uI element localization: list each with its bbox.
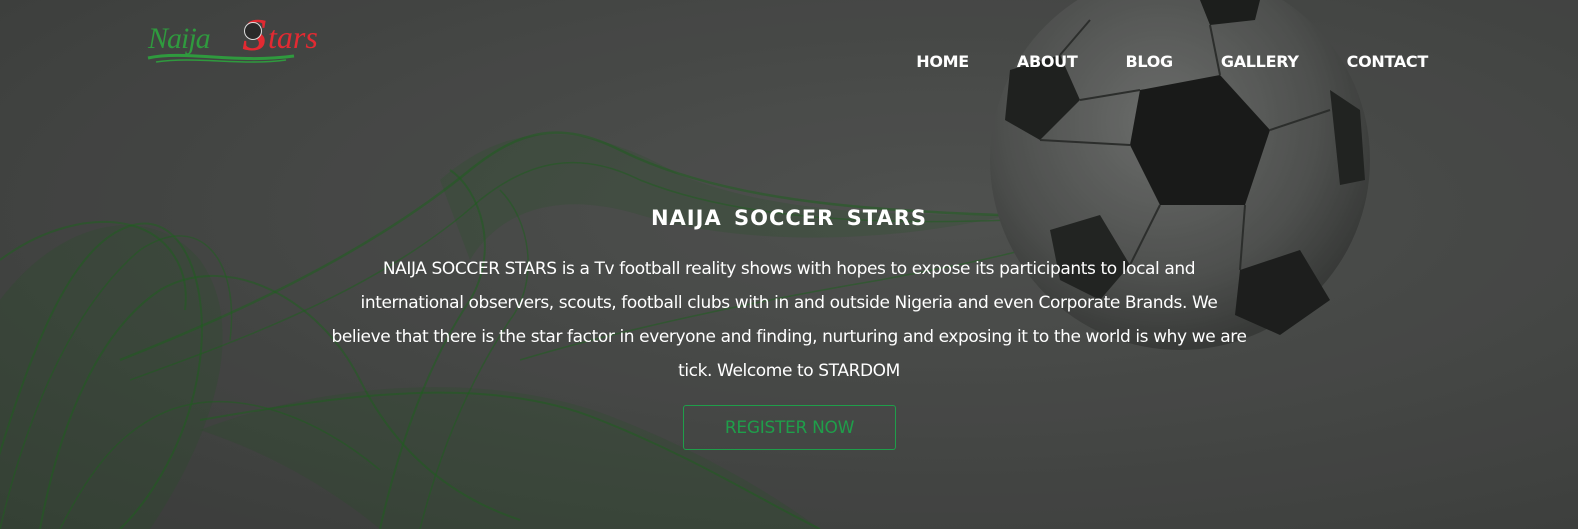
nav-about[interactable]: ABOUT	[1017, 52, 1078, 71]
nav-blog[interactable]: BLOG	[1126, 52, 1174, 71]
register-now-button[interactable]: REGISTER NOW	[683, 405, 896, 450]
hero-content: NAIJA SOCCER STARS NAIJA SOCCER STARS is…	[330, 200, 1248, 388]
nav-gallery[interactable]: GALLERY	[1221, 52, 1299, 71]
logo-swoosh-icon	[147, 53, 295, 63]
hero-title: NAIJA SOCCER STARS	[650, 206, 927, 230]
site-logo[interactable]: Naija S tars	[146, 9, 338, 68]
logo-ball-icon	[244, 22, 262, 40]
hero-section: Naija S tars HOME ABOUT BLOG GALLERY CON…	[0, 0, 1578, 529]
nav-contact[interactable]: CONTACT	[1347, 52, 1429, 71]
nav-home[interactable]: HOME	[916, 52, 969, 71]
hero-description: NAIJA SOCCER STARS is a Tv football real…	[331, 259, 1247, 381]
main-navigation: HOME ABOUT BLOG GALLERY CONTACT	[868, 52, 1428, 71]
